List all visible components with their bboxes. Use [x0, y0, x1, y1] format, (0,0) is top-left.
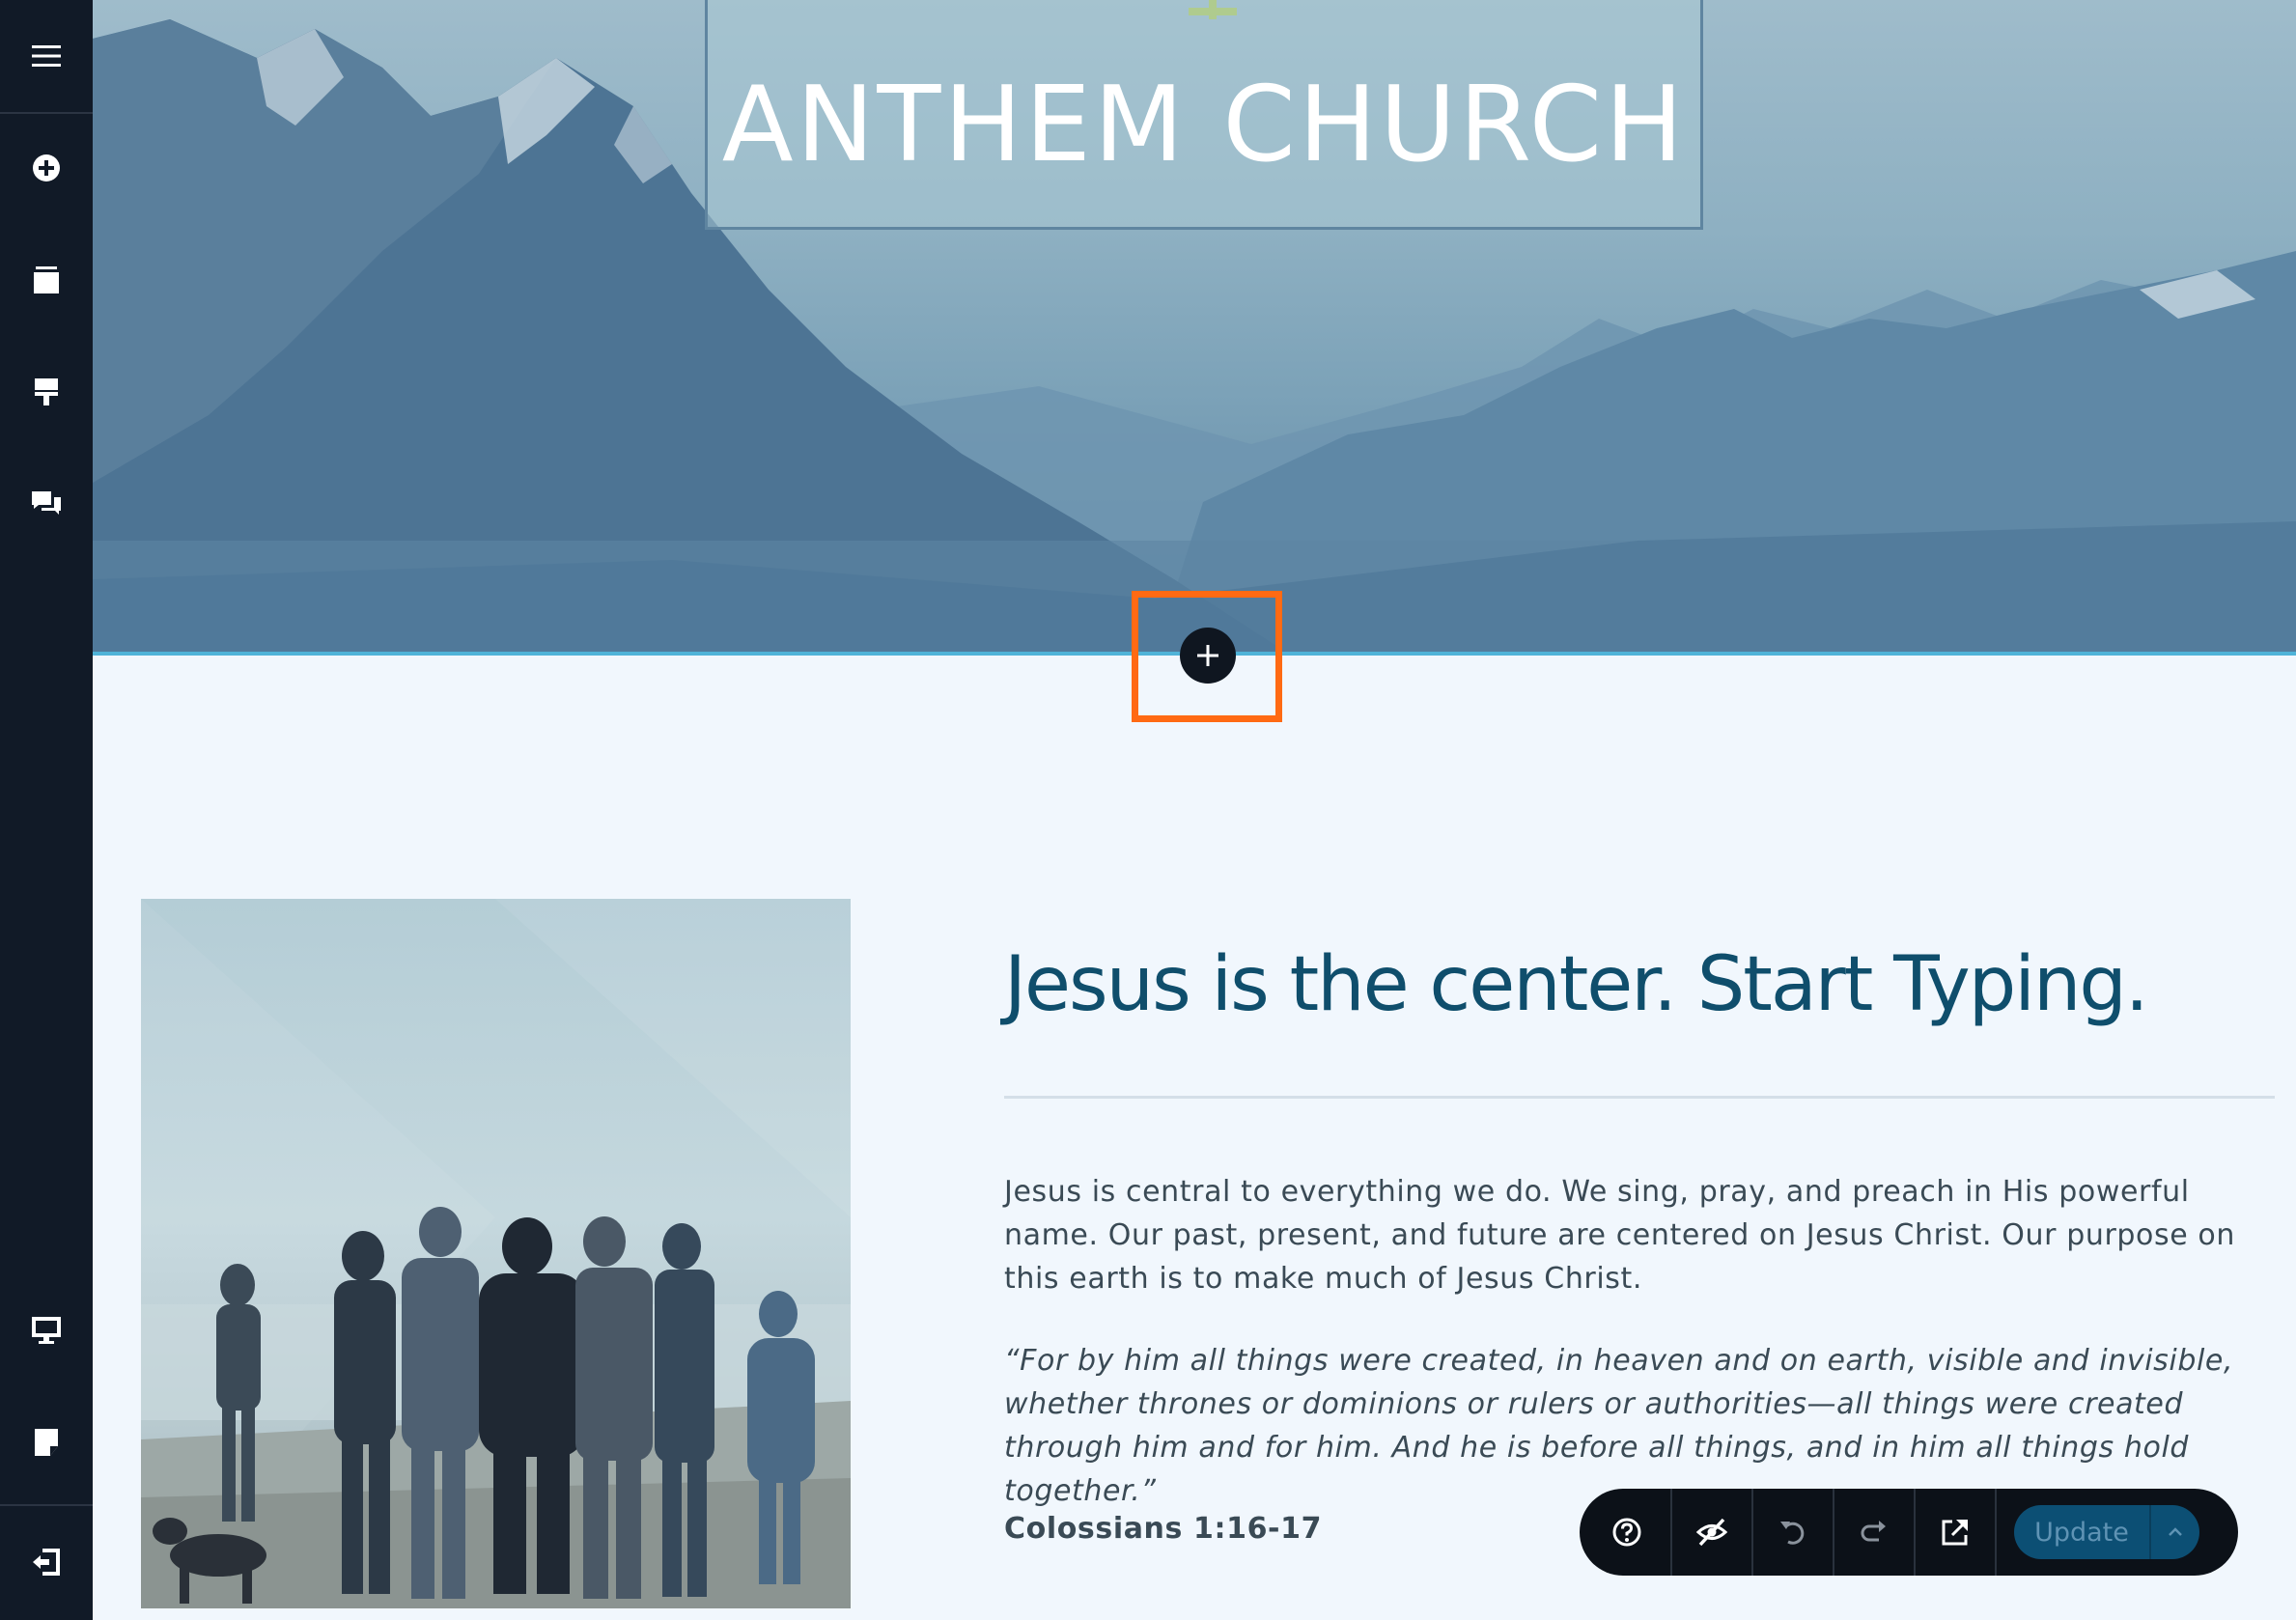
undo-button[interactable]: [1753, 1489, 1834, 1576]
update-button[interactable]: Update: [2014, 1505, 2149, 1559]
desktop-icon: [32, 1317, 61, 1344]
exit-button[interactable]: [0, 1506, 93, 1618]
hide-preview-button[interactable]: [1672, 1489, 1753, 1576]
hero-title-box[interactable]: ANTHEM CHURCH: [705, 0, 1703, 230]
exit-icon: [33, 1549, 60, 1576]
update-button-group: Update: [2014, 1505, 2199, 1559]
redo-button[interactable]: [1834, 1489, 1916, 1576]
add-circle-icon: [33, 154, 60, 182]
add-block-button[interactable]: [0, 112, 93, 224]
undo-icon: [1780, 1522, 1805, 1545]
theme-icon: [35, 378, 58, 405]
update-options-button[interactable]: [2149, 1505, 2199, 1559]
notes-button[interactable]: [0, 1386, 93, 1498]
comments-button[interactable]: [0, 448, 93, 560]
pages-icon: [34, 266, 59, 293]
people-photo: [141, 899, 851, 1608]
hero-section[interactable]: ANTHEM CHURCH: [93, 0, 2296, 655]
eye-slash-icon: [1695, 1518, 1728, 1547]
menu-button[interactable]: [0, 0, 93, 112]
scripture-reference[interactable]: Colossians 1:16-17: [1004, 1512, 1322, 1546]
editor-sidebar: [0, 0, 93, 1620]
scripture-quote[interactable]: “For by him all things were created, in …: [1004, 1339, 2279, 1513]
chevron-up-icon: [2169, 1527, 2182, 1536]
comments-icon: [32, 491, 61, 515]
external-link-icon: [1942, 1520, 1968, 1546]
help-icon: [1612, 1518, 1641, 1547]
editor-toolbar: Update: [1580, 1489, 2238, 1576]
note-icon: [35, 1429, 58, 1456]
heading-divider: [1004, 1096, 2275, 1099]
theme-button[interactable]: [0, 336, 93, 448]
section-heading[interactable]: Jesus is the center. Start Typing.: [1004, 941, 2279, 1028]
people-group-image[interactable]: [141, 899, 851, 1608]
open-external-button[interactable]: [1916, 1489, 1997, 1576]
add-section-button[interactable]: [1180, 628, 1236, 684]
hero-title: ANTHEM CHURCH: [721, 64, 1687, 185]
desktop-preview-button[interactable]: [0, 1274, 93, 1386]
pages-button[interactable]: [0, 224, 93, 336]
help-button[interactable]: [1583, 1489, 1672, 1576]
redo-icon: [1861, 1521, 1886, 1542]
plus-icon: [1197, 645, 1218, 666]
menu-icon: [32, 45, 61, 67]
body-paragraph[interactable]: Jesus is central to everything we do. We…: [1004, 1170, 2279, 1300]
